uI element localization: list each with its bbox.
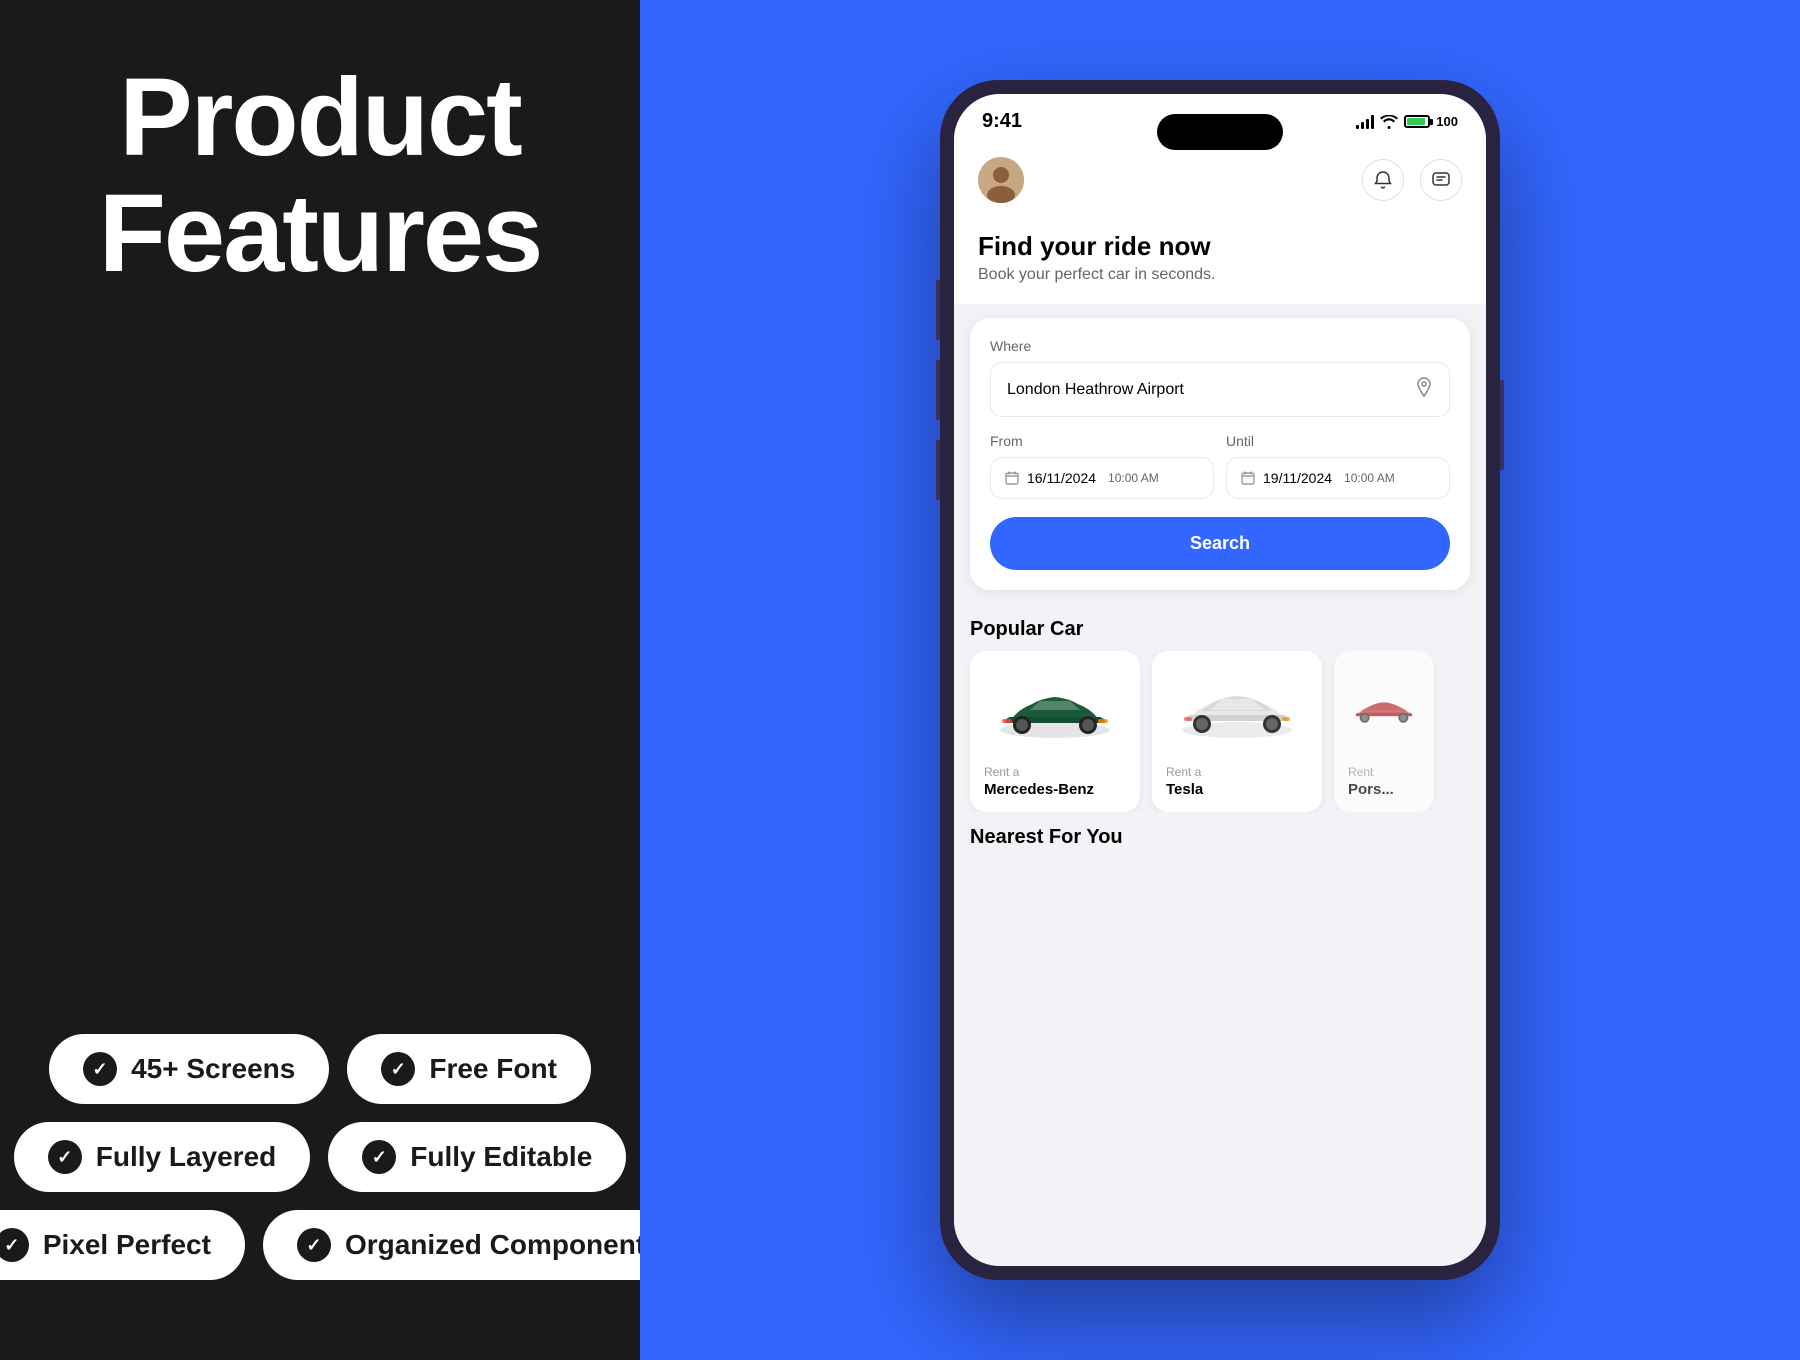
car-image-tesla — [1166, 665, 1308, 755]
car-rent-label-porsche: Rent — [1348, 765, 1420, 779]
until-col: Until 19/11/2024 10:00 AM — [1226, 433, 1450, 499]
battery-label: 100 — [1436, 114, 1458, 129]
location-value: London Heathrow Airport — [1007, 381, 1184, 399]
greeting-subtitle: Book your perfect car in seconds. — [978, 266, 1462, 284]
mercedes-car-image — [990, 675, 1120, 745]
avatar[interactable] — [978, 157, 1024, 203]
message-button[interactable] — [1420, 159, 1462, 201]
car-card-porsche[interactable]: Rent Pors... — [1334, 651, 1434, 812]
where-label: Where — [990, 338, 1450, 354]
search-card: Where London Heathrow Airport — [970, 318, 1470, 590]
signal-icon — [1356, 115, 1374, 129]
app-content: Find your ride now Book your perfect car… — [954, 141, 1486, 1266]
battery-icon — [1404, 115, 1430, 128]
phone-frame: 9:41 — [940, 80, 1500, 1280]
message-icon — [1431, 170, 1451, 190]
badge-row-2: Fully Layered Fully Editable — [14, 1122, 627, 1192]
car-rent-label-tesla: Rent a — [1166, 765, 1308, 779]
top-nav — [954, 141, 1486, 223]
until-date: 19/11/2024 — [1263, 470, 1332, 486]
check-icon-editable — [362, 1140, 396, 1174]
location-pin-icon — [1415, 377, 1433, 402]
car-name-porsche: Pors... — [1348, 781, 1420, 798]
check-icon-layered — [48, 1140, 82, 1174]
nearest-title: Nearest For You — [954, 812, 1486, 853]
dynamic-island — [1157, 114, 1283, 150]
notification-button[interactable] — [1362, 159, 1404, 201]
tesla-car-image — [1172, 675, 1302, 745]
check-icon-pixel — [0, 1228, 29, 1262]
porsche-car-image — [1348, 675, 1420, 745]
from-date-input[interactable]: 16/11/2024 10:00 AM — [990, 457, 1214, 499]
from-col: From 16/11/2024 10:00 AM — [990, 433, 1214, 499]
volume-up-button — [936, 280, 940, 340]
badge-component: Organized Component — [263, 1210, 679, 1280]
badge-pixel: Pixel Perfect — [0, 1210, 245, 1280]
from-time: 10:00 AM — [1108, 471, 1159, 485]
greeting-section: Find your ride now Book your perfect car… — [954, 223, 1486, 304]
features-badges: 45+ Screens Free Font Fully Layered Full… — [40, 1034, 600, 1280]
until-time: 10:00 AM — [1344, 471, 1395, 485]
check-icon-font — [381, 1052, 415, 1086]
until-date-input[interactable]: 19/11/2024 10:00 AM — [1226, 457, 1450, 499]
badge-editable: Fully Editable — [328, 1122, 626, 1192]
status-icons: 100 — [1356, 114, 1458, 129]
until-label: Until — [1226, 433, 1450, 449]
badge-font: Free Font — [347, 1034, 591, 1104]
from-date: 16/11/2024 — [1027, 470, 1096, 486]
car-image-mercedes — [984, 665, 1126, 755]
avatar-image — [978, 157, 1024, 203]
badge-screens: 45+ Screens — [49, 1034, 329, 1104]
check-icon-component — [297, 1228, 331, 1262]
location-input[interactable]: London Heathrow Airport — [990, 362, 1450, 417]
car-rent-label-mercedes: Rent a — [984, 765, 1126, 779]
right-panel: 9:41 — [640, 0, 1800, 1360]
volume-down-button — [936, 360, 940, 420]
silent-switch — [936, 440, 940, 500]
greeting-title: Find your ride now — [978, 231, 1462, 262]
car-card-tesla[interactable]: Rent a Tesla — [1152, 651, 1322, 812]
car-image-porsche — [1348, 665, 1420, 755]
phone-screen: 9:41 — [954, 94, 1486, 1266]
bell-icon — [1373, 170, 1393, 190]
car-card-mercedes[interactable]: Rent a Mercedes-Benz — [970, 651, 1140, 812]
check-icon-screens — [83, 1052, 117, 1086]
battery-fill — [1407, 118, 1425, 125]
from-label: From — [990, 433, 1214, 449]
left-panel: Product Features 45+ Screens Free Font F… — [0, 0, 640, 1360]
date-row: From 16/11/2024 10:00 AM U — [990, 433, 1450, 499]
calendar-icon-from — [1005, 471, 1019, 485]
wifi-icon — [1380, 115, 1398, 129]
badge-row-3: Pixel Perfect Organized Component — [0, 1210, 679, 1280]
status-time: 9:41 — [982, 110, 1022, 133]
badge-layered: Fully Layered — [14, 1122, 311, 1192]
hero-title: Product Features — [99, 60, 542, 291]
power-button — [1500, 380, 1504, 470]
nav-icons — [1362, 159, 1462, 201]
cars-scroll: Rent a Mercedes-Benz — [954, 651, 1486, 812]
calendar-icon-until — [1241, 471, 1255, 485]
popular-cars-title: Popular Car — [954, 604, 1486, 651]
car-name-tesla: Tesla — [1166, 781, 1308, 798]
badge-row-1: 45+ Screens Free Font — [49, 1034, 591, 1104]
car-name-mercedes: Mercedes-Benz — [984, 781, 1126, 798]
search-button[interactable]: Search — [990, 517, 1450, 570]
